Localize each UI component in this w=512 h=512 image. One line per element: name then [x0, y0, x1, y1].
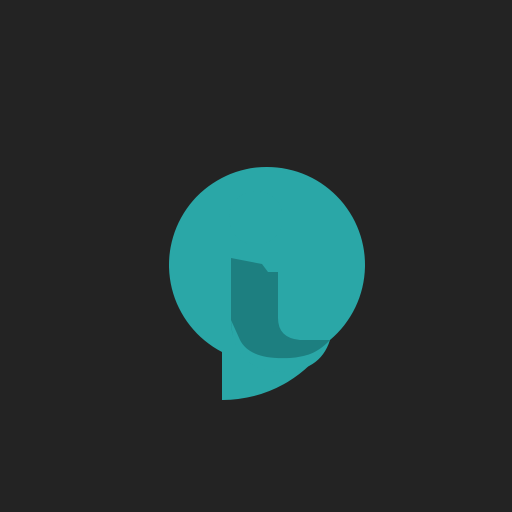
app-icon-canvas: [0, 0, 512, 512]
logo-i-dot: [229, 191, 283, 245]
info-letter-i-logo-icon: [168, 166, 365, 401]
